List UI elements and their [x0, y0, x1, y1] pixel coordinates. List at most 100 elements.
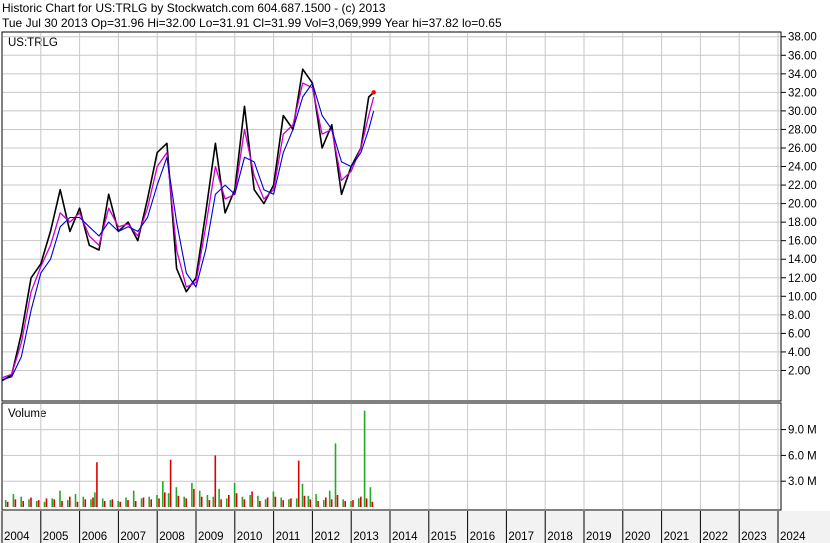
price-tick-label: 18.00	[788, 217, 817, 229]
volume-bar-down	[96, 462, 98, 507]
year-label: 2016	[470, 531, 496, 543]
volume-bar-up	[59, 490, 61, 507]
volume-bar-down	[251, 491, 253, 507]
volume-bar-up	[301, 483, 304, 507]
chart-header-quote: Tue Jul 30 2013 Op=31.96 Hi=32.00 Lo=31.…	[2, 16, 502, 30]
volume-bar-up	[125, 497, 127, 507]
year-label: 2022	[702, 531, 728, 543]
volume-bar-down	[228, 495, 230, 507]
price-tick-label: 34.00	[788, 69, 817, 81]
price-tick-label: 22.00	[788, 180, 817, 192]
volume-bar-down	[142, 497, 145, 507]
price-tick-label: 12.00	[788, 273, 817, 285]
volume-bar-up	[206, 495, 209, 507]
volume-bar-down	[103, 501, 106, 507]
price-tick-label: 26.00	[788, 143, 817, 155]
volume-bar-up	[307, 495, 310, 507]
year-label: 2007	[120, 531, 146, 543]
year-label: 2011	[276, 531, 301, 543]
volume-bar-down	[53, 499, 55, 507]
price-tick-label: 20.00	[788, 199, 817, 211]
price-tick-label: 6.00	[788, 328, 810, 340]
volume-tick-label: 6.0 M	[788, 450, 817, 462]
volume-bar-down	[344, 501, 346, 507]
volume-bar-up	[328, 490, 331, 507]
price-tick-label: 4.00	[788, 347, 810, 359]
volume-bar-down	[208, 500, 211, 507]
price-tick-label: 14.00	[788, 254, 817, 266]
volume-bar-down	[266, 497, 269, 507]
volume-bar-down	[127, 500, 129, 507]
volume-bar-down	[37, 500, 40, 507]
volume-bar-down	[360, 496, 362, 507]
volume-bar-down	[76, 501, 79, 507]
volume-bar-up	[334, 443, 337, 507]
volume-bar-down	[336, 495, 339, 507]
year-label: 2023	[741, 531, 767, 543]
volume-bar-up	[67, 500, 69, 507]
year-label: 2017	[508, 531, 534, 543]
volume-bar-up	[369, 487, 372, 507]
volume-bar-up	[12, 494, 15, 507]
volume-bar-up	[20, 496, 22, 507]
year-label: 2006	[82, 531, 108, 543]
price-panel-label: US:TRLG	[8, 37, 58, 49]
price-tick-label: 16.00	[788, 236, 817, 248]
volume-tick-label: 3.0 M	[788, 476, 817, 488]
volume-bar-up	[280, 497, 282, 507]
volume-bar-down	[150, 499, 152, 507]
volume-bar-down	[365, 498, 368, 507]
price-tick-label: 32.00	[788, 87, 817, 99]
volume-bar-down	[14, 499, 17, 507]
volume-tick-label: 9.0 M	[788, 425, 817, 437]
volume-bar-down	[235, 493, 238, 507]
volume-bar-down	[352, 500, 354, 507]
volume-bar-down	[134, 501, 137, 507]
volume-bar-up	[363, 410, 366, 507]
volume-bar-down	[169, 459, 172, 507]
volume-bar-down	[243, 499, 246, 507]
volume-bar-down	[185, 498, 187, 507]
volume-bar-up	[90, 499, 92, 507]
volume-bar-up	[288, 499, 290, 507]
volume-bar-up	[295, 498, 298, 507]
volume-bar-down	[177, 495, 180, 507]
price-tick-label: 8.00	[788, 310, 810, 322]
year-label: 2021	[664, 531, 690, 543]
volume-bar-down	[6, 501, 9, 507]
year-label: 2014	[392, 531, 418, 543]
volume-bar-up	[94, 492, 96, 507]
volume-bar-down	[214, 455, 217, 507]
volume-bar-up	[28, 499, 30, 507]
volume-bar-down	[61, 501, 63, 507]
volume-bar-down	[290, 498, 292, 507]
volume-bar-down	[69, 496, 71, 507]
volume-bar-up	[342, 499, 344, 507]
volume-bar-up	[212, 496, 215, 507]
volume-bar-up	[148, 496, 150, 507]
volume-bar-down	[309, 499, 312, 507]
stock-chart: Historic Chart for US:TRLG by Stockwatch…	[0, 0, 830, 543]
volume-bar-up	[156, 495, 158, 507]
volume-bar-up	[132, 490, 135, 507]
volume-bar-up	[315, 494, 317, 507]
volume-bar-up	[272, 491, 275, 507]
volume-bar-down	[193, 488, 195, 507]
volume-bar-up	[226, 498, 228, 507]
volume-bar-up	[43, 501, 46, 507]
volume-bar-up	[198, 490, 201, 507]
last-price-marker	[371, 90, 376, 95]
volume-bar-up	[358, 498, 360, 507]
volume-bar-up	[101, 498, 104, 507]
year-label: 2009	[198, 531, 224, 543]
volume-bar-up	[140, 498, 143, 507]
volume-bar-down	[317, 501, 319, 507]
volume-bar-up	[4, 500, 7, 507]
volume-bar-down	[282, 500, 284, 507]
volume-bar-up	[264, 499, 267, 507]
volume-bar-down	[259, 501, 261, 507]
volume-bar-down	[371, 501, 374, 507]
volume-bar-down	[119, 501, 121, 507]
volume-bar-up	[350, 501, 352, 507]
year-label: 2010	[237, 531, 263, 543]
